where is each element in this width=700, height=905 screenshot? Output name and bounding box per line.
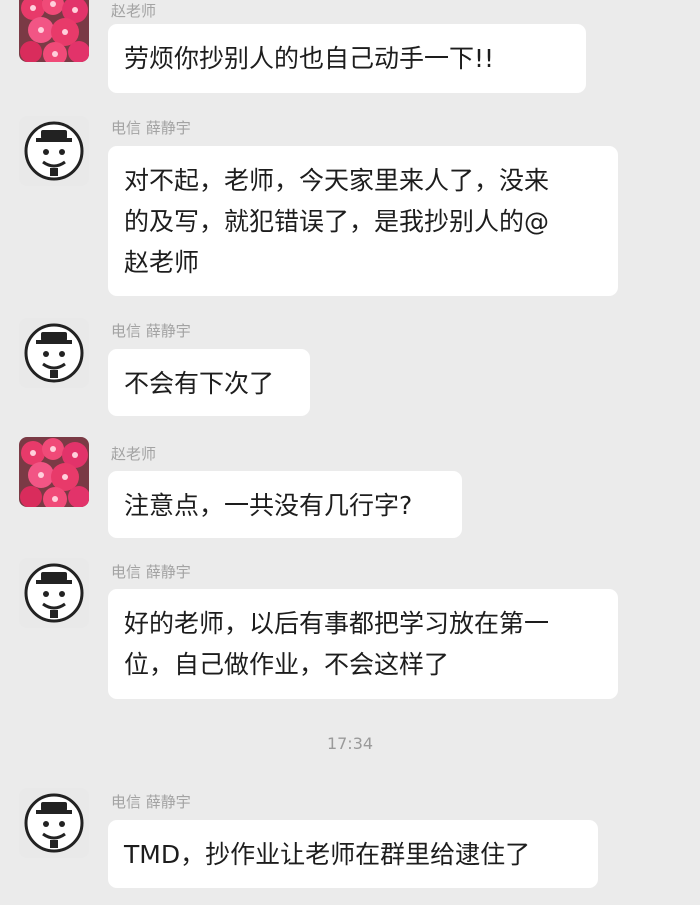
- message-text: 的及写，就犯错误了，是我抄别人的@: [124, 207, 550, 236]
- cartoon-face-avatar[interactable]: [19, 558, 89, 628]
- message-bubble[interactable]: 对不起，老师，今天家里来人了，没来 的及写，就犯错误了，是我抄别人的@ 赵老师: [108, 146, 618, 296]
- message-bubble[interactable]: 不会有下次了: [108, 349, 310, 416]
- sender-name: 电信 薛静宇: [111, 322, 191, 340]
- cartoon-face-avatar[interactable]: [19, 788, 89, 858]
- cartoon-face-avatar[interactable]: [19, 116, 89, 186]
- flower-avatar[interactable]: [19, 437, 89, 507]
- message-text: 赵老师: [124, 248, 200, 277]
- message-bubble[interactable]: 好的老师，以后有事都把学习放在第一 位，自己做作业，不会这样了: [108, 589, 618, 699]
- message-text: TMD，抄作业让老师在群里给逮住了: [124, 840, 531, 869]
- message-timestamp: 17:34: [326, 734, 374, 753]
- message-bubble[interactable]: 注意点，一共没有几行字?: [108, 471, 462, 538]
- message-text: 好的老师，以后有事都把学习放在第一: [124, 609, 550, 638]
- message-text: 对不起，老师，今天家里来人了，没来: [124, 166, 550, 195]
- cartoon-face-avatar[interactable]: [19, 318, 89, 388]
- message-text: 劳烦你抄别人的也自己动手一下!!: [124, 44, 495, 73]
- message-text: 位，自己做作业，不会这样了: [124, 650, 450, 679]
- message-bubble[interactable]: 劳烦你抄别人的也自己动手一下!!: [108, 24, 586, 93]
- sender-name: 赵老师: [111, 445, 157, 463]
- sender-name: 赵老师: [111, 2, 157, 20]
- message-bubble[interactable]: TMD，抄作业让老师在群里给逮住了: [108, 820, 598, 888]
- message-text: 注意点，一共没有几行字?: [124, 491, 413, 520]
- message-text: 不会有下次了: [124, 369, 275, 398]
- flower-avatar[interactable]: [19, 0, 89, 62]
- chat-history[interactable]: 赵老师 劳烦你抄别人的也自己动手一下!! 电信 薛静宇 对不起，老师，今天家里来…: [0, 0, 700, 905]
- sender-name: 电信 薛静宇: [111, 119, 191, 137]
- sender-name: 电信 薛静宇: [111, 793, 191, 811]
- sender-name: 电信 薛静宇: [111, 563, 191, 581]
